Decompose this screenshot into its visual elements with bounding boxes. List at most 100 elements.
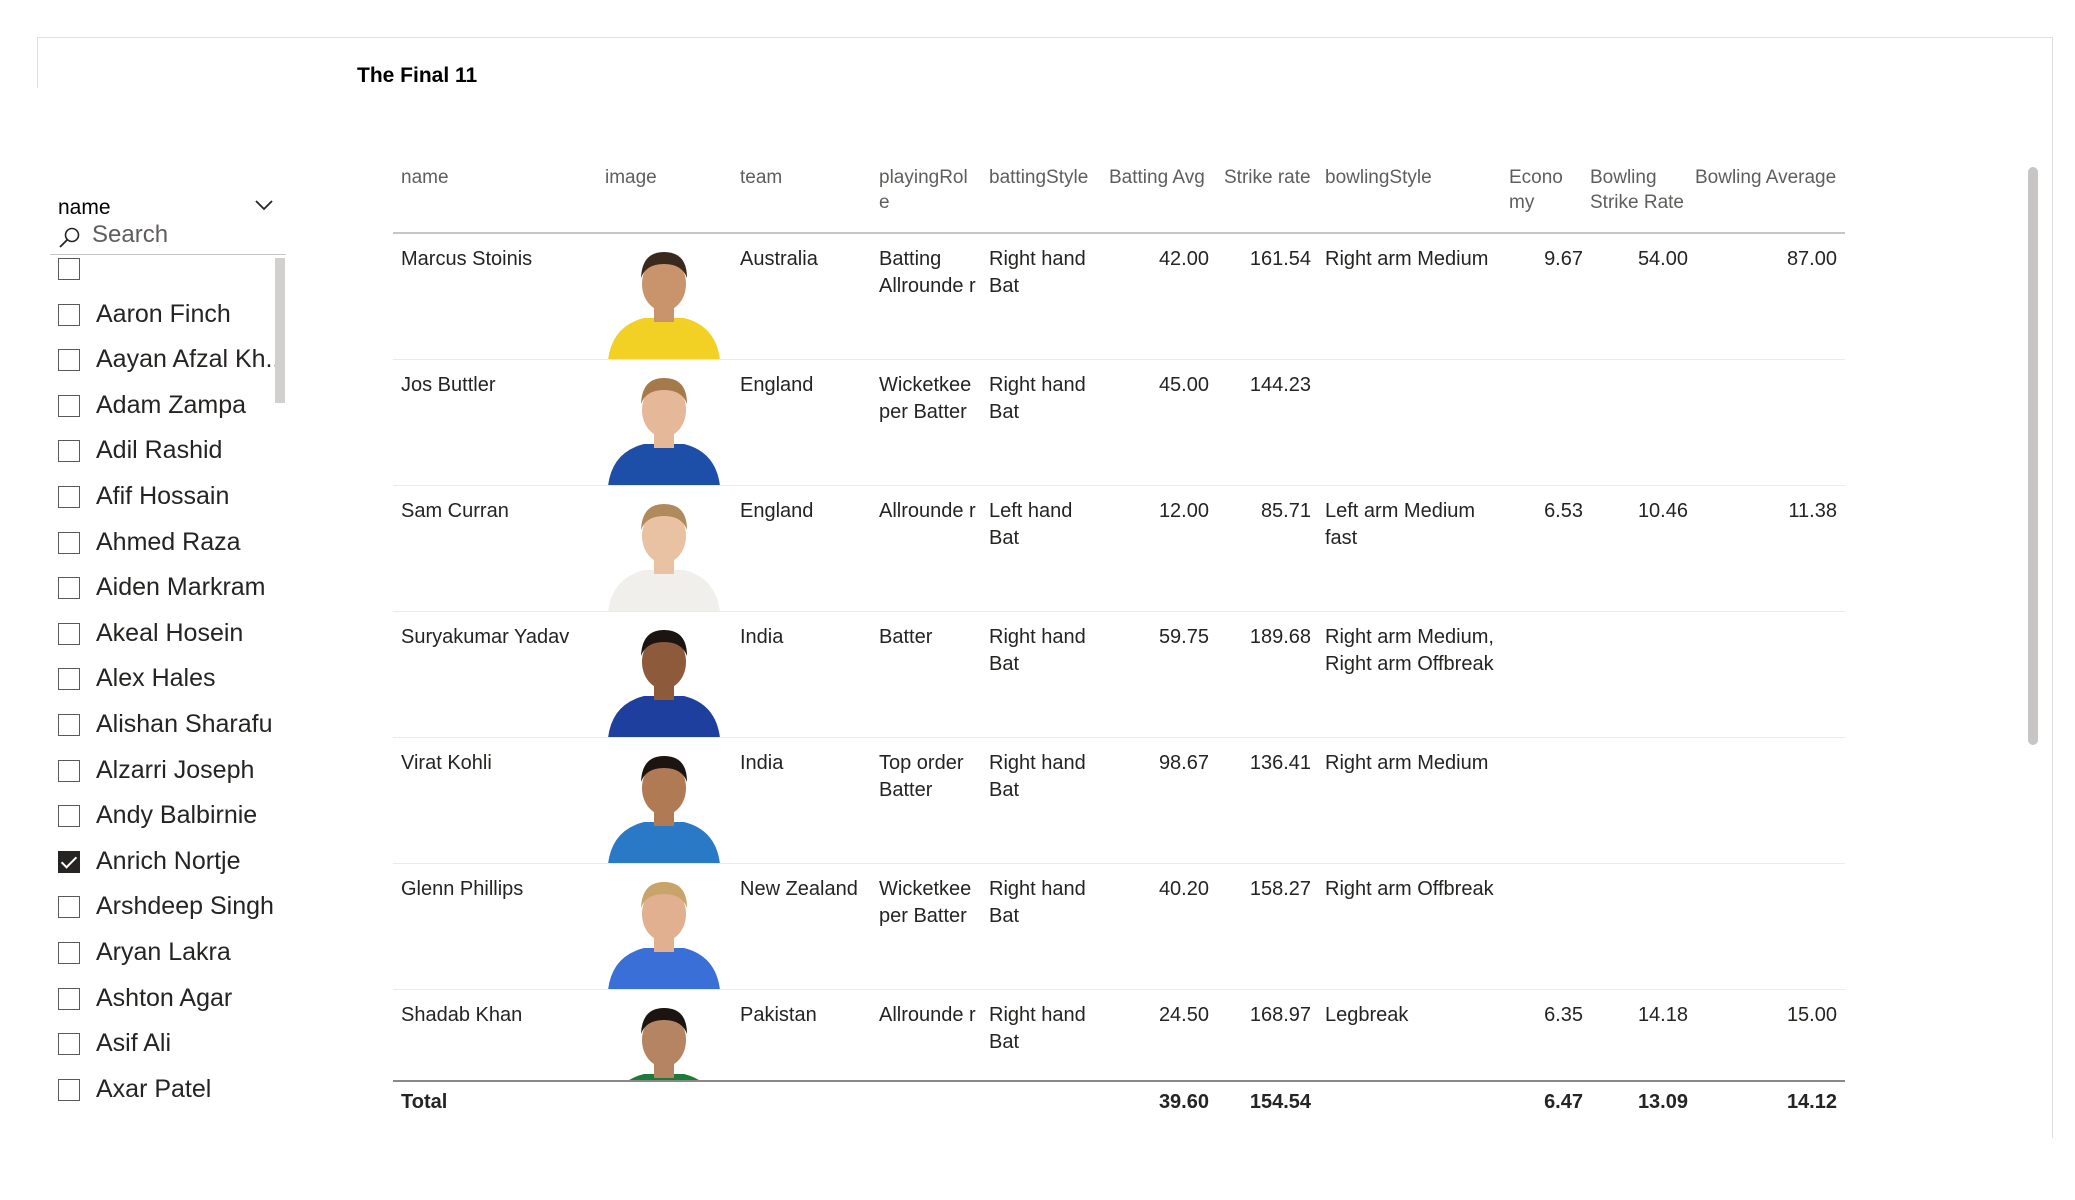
slicer-item[interactable]: Axar Patel <box>58 1075 288 1125</box>
header-strike-rate[interactable]: Strike rate <box>1224 165 1311 190</box>
checkbox[interactable] <box>58 941 80 964</box>
search-input[interactable] <box>92 220 272 250</box>
checkbox[interactable] <box>58 485 80 508</box>
slicer-item[interactable]: Adam Zampa <box>58 391 288 441</box>
cell-team: Australia <box>740 248 818 270</box>
checkbox[interactable] <box>58 896 80 919</box>
checkbox-checked[interactable] <box>58 850 80 873</box>
slicer-item[interactable]: Ashton Agar <box>58 984 288 1034</box>
cell-bowling-strike-rate: 14.18 <box>1637 1004 1688 1026</box>
cell-batting-avg: 45.00 <box>1158 374 1209 396</box>
slicer-item-label: Aryan Lakra <box>96 937 231 966</box>
slicer-item-label: Arshdeep Singh <box>96 892 274 921</box>
slicer-item-label: Andy Balbirnie <box>96 801 258 830</box>
cell-bowling-style: Left arm Medium fast <box>1325 500 1476 549</box>
table-row[interactable]: Marcus Stoinis Australia Batting Allrounde… <box>393 234 1845 360</box>
player-photo <box>604 360 724 486</box>
table-scrollbar[interactable] <box>2028 167 2038 745</box>
checkbox[interactable] <box>58 1033 80 1056</box>
slicer-search <box>50 220 286 255</box>
slicer-item-label: Axar Patel <box>96 1074 212 1103</box>
slicer-item[interactable]: Asif Ali <box>58 1029 288 1079</box>
header-team[interactable]: team <box>740 165 782 190</box>
slicer-scrollbar[interactable] <box>275 258 285 403</box>
cell-strike-rate: 168.97 <box>1249 1004 1311 1026</box>
checkbox[interactable] <box>58 303 80 326</box>
slicer-item[interactable]: Arshdeep Singh <box>58 892 288 942</box>
slicer-item-label: Anrich Nortje <box>96 846 241 875</box>
table-row[interactable]: Suryakumar Yadav India Batter Right hand Ba… <box>393 612 1845 738</box>
checkbox[interactable] <box>58 668 80 691</box>
checkbox[interactable] <box>58 713 80 736</box>
total-bowling-average: 14.12 <box>1786 1091 1837 1113</box>
cell-name: Jos Buttler <box>401 374 496 396</box>
slicer-item[interactable]: Akeal Hosein <box>58 619 288 669</box>
cell-economy: 6.35 <box>1544 1004 1583 1026</box>
player-photo <box>604 990 724 1080</box>
checkbox[interactable] <box>58 258 80 280</box>
slicer-item-label: Akeal Hosein <box>96 618 244 647</box>
header-economy[interactable]: Econo my <box>1509 165 1567 215</box>
cell-strike-rate: 136.41 <box>1249 752 1311 774</box>
player-photo <box>604 864 724 990</box>
checkbox[interactable] <box>58 987 80 1010</box>
slicer-item[interactable] <box>58 258 288 304</box>
checkbox[interactable] <box>58 577 80 600</box>
cell-bowling-strike-rate: 10.46 <box>1637 500 1688 522</box>
table-row[interactable]: Sam Curran England Allrounde r Left hand Ba… <box>393 486 1845 612</box>
cell-batting-style: Right hand Bat <box>989 752 1086 801</box>
cell-batting-avg: 98.67 <box>1158 752 1209 774</box>
header-bowling-strike-rate[interactable]: Bowling Strike Rate <box>1590 165 1690 215</box>
slicer-item[interactable]: Aayan Afzal Kh... <box>58 345 288 395</box>
slicer-item[interactable]: Aaron Finch <box>58 300 288 350</box>
header-bowling-average[interactable]: Bowling Average <box>1695 165 1836 190</box>
header-name[interactable]: name <box>401 165 449 190</box>
slicer-item-label: Adam Zampa <box>96 390 247 419</box>
slicer-item[interactable]: Alzarri Joseph <box>58 756 288 806</box>
slicer-item[interactable]: Afif Hossain <box>58 482 288 532</box>
slicer-item[interactable]: Ahmed Raza <box>58 528 288 578</box>
cell-team: England <box>740 374 814 396</box>
header-batting-style[interactable]: battingStyle <box>989 165 1088 190</box>
slicer-item[interactable]: Alishan Sharafu <box>58 710 288 760</box>
player-photo <box>604 486 724 612</box>
slicer-item-label: Aayan Afzal Kh... <box>96 345 287 374</box>
cell-team: Pakistan <box>740 1004 817 1026</box>
slicer-item[interactable]: Alex Hales <box>58 664 288 714</box>
checkbox[interactable] <box>58 1078 80 1101</box>
chevron-down-icon[interactable] <box>253 194 275 216</box>
header-bowling-style[interactable]: bowlingStyle <box>1325 165 1432 190</box>
table-row[interactable]: Shadab Khan Pakistan Allrounde r Right hand… <box>393 990 1845 1080</box>
table-row[interactable]: Jos Buttler England Wicketkee per Batter Ri… <box>393 360 1845 486</box>
cell-name: Virat Kohli <box>401 752 492 774</box>
slicer-item-label: Ashton Agar <box>96 983 233 1012</box>
checkbox[interactable] <box>58 622 80 645</box>
slicer-item[interactable]: Adil Rashid <box>58 436 288 486</box>
slicer-item[interactable]: Aiden Markram <box>58 573 288 623</box>
header-playing-role[interactable]: playingRol e <box>879 165 974 215</box>
checkbox[interactable] <box>58 394 80 417</box>
slicer-header[interactable]: name <box>50 190 290 220</box>
cell-bowling-average: 11.38 <box>1788 500 1837 522</box>
cell-strike-rate: 189.68 <box>1249 626 1311 648</box>
cell-batting-avg: 12.00 <box>1158 500 1209 522</box>
cell-economy: 6.53 <box>1544 500 1583 522</box>
total-bowling-strike-rate: 13.09 <box>1637 1091 1688 1113</box>
checkbox[interactable] <box>58 531 80 554</box>
header-image[interactable]: image <box>605 165 657 190</box>
table-row[interactable]: Virat Kohli India Top order Batter Right ha… <box>393 738 1845 864</box>
checkbox[interactable] <box>58 759 80 782</box>
cell-strike-rate: 144.23 <box>1249 374 1311 396</box>
slicer-item[interactable]: Andy Balbirnie <box>58 801 288 851</box>
slicer-item[interactable]: Anrich Nortje <box>58 847 288 897</box>
total-batting-avg: 39.60 <box>1158 1091 1209 1113</box>
header-batting-avg[interactable]: Batting Avg <box>1109 165 1205 190</box>
cell-strike-rate: 85.71 <box>1260 500 1311 522</box>
checkbox[interactable] <box>58 805 80 828</box>
slicer-item[interactable]: Aryan Lakra <box>58 938 288 988</box>
table-row[interactable]: Glenn Phillips New Zealand Wicketkee per B… <box>393 864 1845 990</box>
slicer-item-label: Adil Rashid <box>96 436 223 465</box>
checkbox[interactable] <box>58 440 80 463</box>
cell-playing-role: Wicketkee per Batter <box>879 374 972 423</box>
checkbox[interactable] <box>58 349 80 372</box>
